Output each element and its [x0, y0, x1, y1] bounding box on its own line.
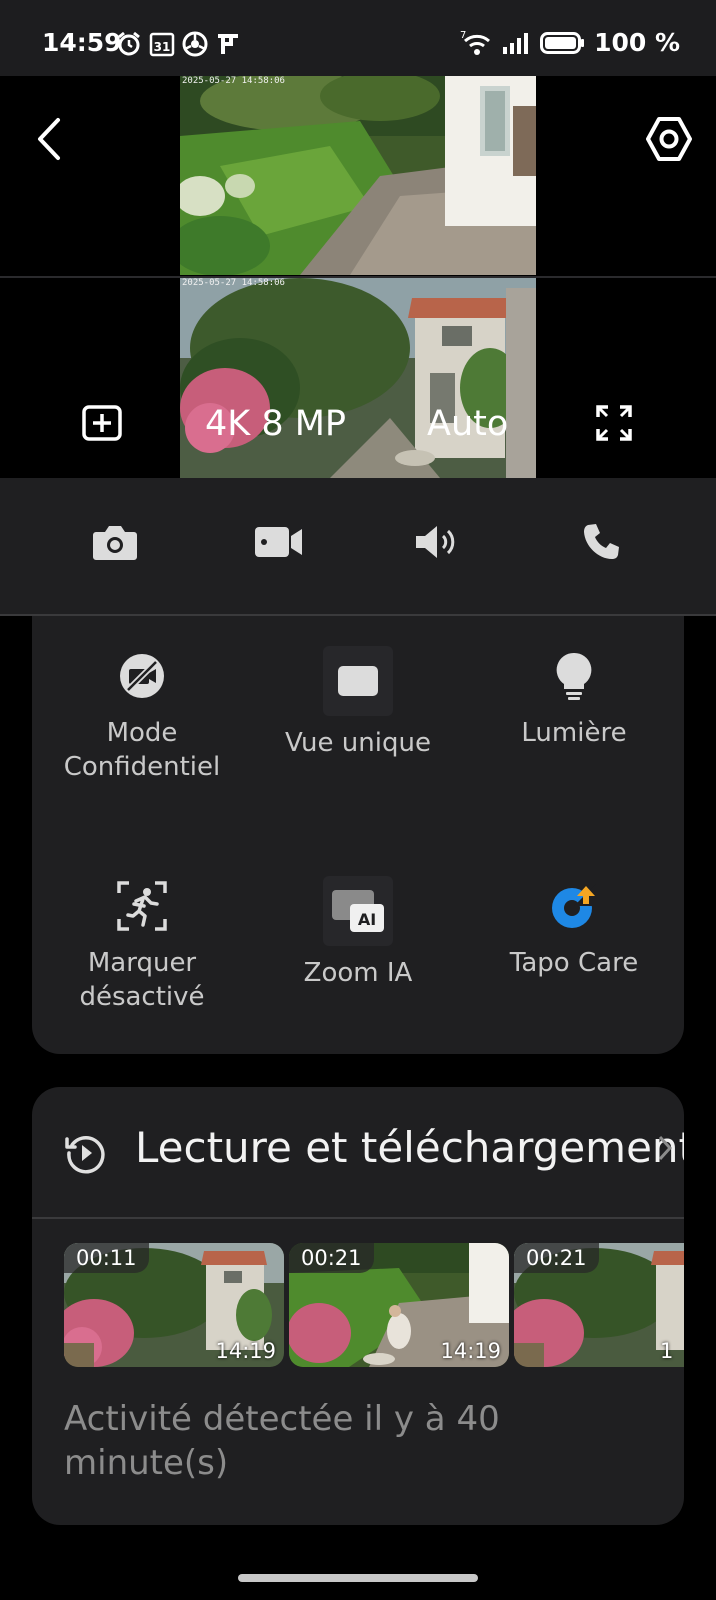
privacy-camera-off-icon	[112, 646, 172, 706]
home-indicator[interactable]	[238, 1574, 478, 1582]
back-button[interactable]	[34, 116, 64, 162]
wifi-icon: 7	[460, 30, 491, 55]
camera-settings-button[interactable]	[646, 116, 692, 162]
clip-thumbnails: 00:11 14:19 00:21 14:19 00:21 1	[64, 1243, 684, 1367]
playback-card: Lecture et téléchargement 00:11 14:19 00…	[32, 1087, 684, 1525]
clip-thumbnail[interactable]: 00:21 14:19	[289, 1243, 509, 1367]
single-view-icon	[323, 646, 393, 716]
battery-percent: 100 %	[594, 28, 680, 57]
tapo-care-button[interactable]: Tapo Care	[464, 876, 684, 980]
speaker-icon	[416, 526, 455, 558]
clip-duration: 00:21	[514, 1243, 599, 1273]
fullscreen-button[interactable]	[596, 405, 632, 441]
activity-status-text: Activité détectée il y à 40 minute(s)	[64, 1399, 500, 1483]
plus-square-icon	[82, 405, 122, 441]
speaker-button[interactable]	[414, 522, 460, 562]
fullscreen-icon	[596, 405, 632, 441]
ai-zoom-icon: AI	[323, 876, 393, 946]
chrome-icon	[182, 31, 208, 57]
calendar-day: 31	[154, 40, 171, 54]
status-time: 14:59	[42, 28, 122, 57]
resolution-selector[interactable]: 4K 8 MP	[205, 404, 346, 444]
chevron-right-icon	[658, 1135, 672, 1161]
alarm-icon	[118, 31, 140, 56]
ai-zoom-button[interactable]: AI Zoom IA	[248, 876, 468, 990]
video-overlay-controls: 4K 8 MP Auto	[0, 396, 716, 456]
tapo-care-icon	[544, 876, 604, 936]
privacy-mode-button[interactable]: Mode Confidentiel	[32, 646, 252, 784]
call-button[interactable]	[582, 522, 622, 562]
control-bar	[0, 478, 716, 616]
feature-label: Marquer désactivé	[79, 948, 205, 1012]
camera-feed-top[interactable]: 2025-05-27 14:58:06	[180, 76, 536, 275]
clip-thumbnail[interactable]: 00:21 1	[514, 1243, 684, 1367]
single-view-button[interactable]: Vue unique	[248, 646, 468, 760]
garden-scene-image	[180, 76, 536, 275]
feature-label: Mode Confidentiel	[63, 718, 221, 782]
notification-icons: 31	[116, 31, 241, 57]
feed-timestamp: 2025-05-27 14:58:06	[182, 76, 285, 86]
svg-text:AI: AI	[358, 910, 376, 929]
settings-hexagon-icon	[646, 117, 692, 161]
light-button[interactable]: Lumière	[464, 646, 684, 750]
signal-icon	[503, 32, 529, 54]
feature-label: Vue unique	[285, 728, 431, 758]
clip-thumbnail[interactable]: 00:11 14:19	[64, 1243, 284, 1367]
clip-time: 14:19	[440, 1339, 501, 1363]
motion-detection-icon	[112, 876, 172, 936]
motion-marking-button[interactable]: Marquer désactivé	[32, 876, 252, 1014]
feature-label: Tapo Care	[509, 948, 639, 978]
clip-duration: 00:21	[289, 1243, 374, 1273]
playback-history-icon	[65, 1136, 105, 1174]
clip-time: 1	[660, 1339, 674, 1363]
video-camera-icon	[255, 527, 302, 557]
system-status-icons: 7 100 %	[460, 28, 680, 57]
feed-timestamp: 2025-05-27 14:58:06	[182, 278, 285, 288]
snapshot-button[interactable]	[92, 522, 138, 562]
playback-header[interactable]: Lecture et téléchargement	[32, 1087, 684, 1219]
camera-icon	[93, 526, 137, 560]
feature-grid: Mode Confidentiel Vue unique Lumière Mar…	[32, 616, 684, 1054]
playback-title: Lecture et téléchargement	[135, 1123, 684, 1172]
app-notification-icon	[218, 34, 238, 54]
chevron-left-icon	[38, 118, 60, 160]
status-bar: 14:59 31 7 100 %	[0, 0, 716, 76]
feature-label: Lumière	[521, 718, 627, 748]
lightbulb-icon	[544, 646, 604, 706]
feature-label: Zoom IA	[303, 958, 413, 988]
battery-icon	[540, 31, 585, 54]
live-video-area[interactable]: 2025-05-27 14:58:06 2025-05-27 14:58:06	[0, 76, 716, 478]
calendar-icon: 31	[149, 32, 175, 57]
add-camera-button[interactable]	[82, 405, 122, 441]
record-button[interactable]	[254, 522, 304, 562]
clip-duration: 00:11	[64, 1243, 149, 1273]
clip-time: 14:19	[215, 1339, 276, 1363]
phone-icon	[584, 524, 619, 559]
quality-mode-selector[interactable]: Auto	[427, 404, 508, 444]
